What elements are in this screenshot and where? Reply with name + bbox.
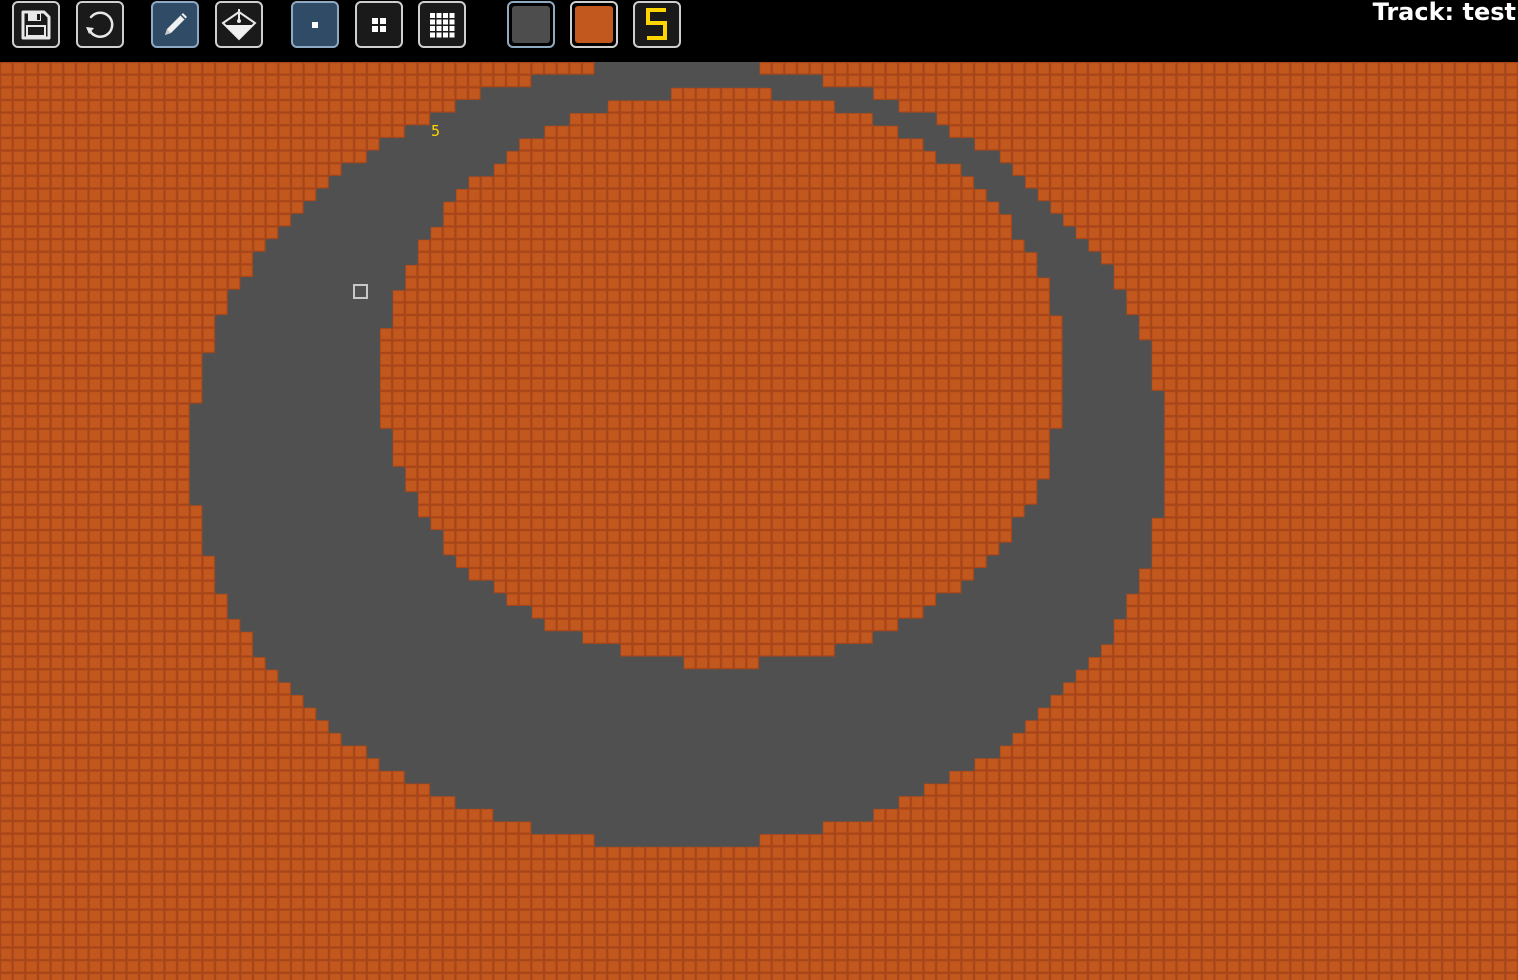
dirt-swatch-fill: [575, 6, 613, 43]
start-marker-label: 5: [431, 122, 440, 140]
save-button[interactable]: [12, 1, 60, 48]
four-dots-icon: [372, 17, 386, 32]
brush-size-medium-button[interactable]: [355, 1, 403, 48]
track-editor-app: Track: test 5: [0, 0, 1518, 980]
start-marker-glyph-icon: [646, 8, 667, 40]
circular-arrow-icon: [86, 10, 114, 38]
asphalt-swatch-fill: [512, 6, 550, 43]
dot-grid-icon: [430, 12, 455, 37]
track-canvas[interactable]: 5: [0, 62, 1518, 980]
tile-asphalt-swatch[interactable]: [507, 1, 555, 48]
fill-tool-button[interactable]: [215, 1, 263, 48]
track-grid[interactable]: 5: [0, 62, 1518, 980]
pencil-tool-button[interactable]: [151, 1, 199, 48]
tile-dirt-swatch[interactable]: [570, 1, 618, 48]
tile-start-marker-swatch[interactable]: [633, 1, 681, 48]
single-dot-icon: [312, 21, 318, 28]
floppy-disk-icon: [21, 10, 51, 39]
toolbar: Track: test: [0, 0, 1518, 62]
track-title: Track: test: [1372, 0, 1516, 26]
pencil-icon: [165, 12, 187, 35]
brush-size-small-button[interactable]: [291, 1, 339, 48]
paint-bucket-icon: [221, 8, 257, 40]
reset-button[interactable]: [76, 1, 124, 48]
brush-size-large-button[interactable]: [418, 1, 466, 48]
